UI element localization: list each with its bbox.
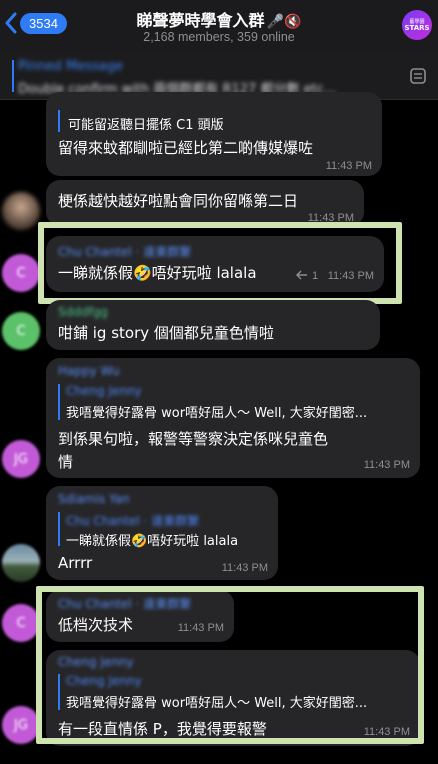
message-bubble[interactable]: 可能留返聽日擺係 C1 頭版 留得來蚊都瞓啦已經比第二啲傳媒爆咗 11:43 P…	[46, 92, 382, 176]
avatar-initial: C	[16, 323, 26, 339]
message-text: 梗係越快越好啦點會同你留喺第二日	[58, 192, 299, 210]
chat-header: 3534 睇聲夢時學會入群 🎤🔇 2,168 members, 359 onlin…	[0, 0, 438, 52]
chat-title[interactable]: 睇聲夢時學會入群 🎤🔇	[0, 7, 438, 31]
user-avatar[interactable]: C	[2, 312, 40, 350]
avatar-initial: C	[16, 615, 26, 631]
quote-text: 可能留返聽日擺係 C1 頭版	[68, 118, 224, 133]
user-avatar-photo[interactable]	[2, 192, 40, 230]
pinned-bar	[12, 60, 14, 92]
quote-name: Chu Chantel · 遠東群聚	[66, 514, 200, 528]
user-avatar[interactable]: JG	[2, 440, 40, 478]
message-bubble[interactable]: Sdddfgg 咁鋪 ig story 個個都兒童色情啦	[46, 300, 380, 350]
mic-mute-icon: 🎤🔇	[266, 14, 302, 30]
quote-name: Cheng Jenny	[66, 384, 142, 398]
user-avatar-photo[interactable]	[2, 544, 40, 582]
user-avatar[interactable]: C	[2, 604, 40, 642]
highlight-box	[36, 586, 424, 744]
message-text: 留得來蚊都瞓啦已經比第二啲傳媒爆咗	[58, 139, 314, 157]
avatar-initial: JG	[14, 451, 28, 467]
user-avatar[interactable]: C	[2, 254, 40, 292]
message-text: 到係果句啦，報警等警察決定係咪兒童色	[58, 430, 329, 448]
group-avatar-brand: STARS	[404, 24, 430, 32]
avatar-initial: C	[16, 265, 26, 281]
message-text: 咁鋪 ig story 個個都兒童色情啦	[58, 324, 274, 342]
chat-title-text: 睇聲夢時學會入群	[136, 11, 265, 30]
sender-name: Happy Wu	[58, 364, 120, 378]
quote-text: 我唔覺得好露骨 wor唔好屈人～ Well, 大家好閨密...	[66, 406, 368, 421]
quote-bar	[58, 512, 60, 546]
quote-bar	[58, 110, 60, 132]
highlight-box	[38, 222, 402, 304]
message-bubble[interactable]: 梗係越快越好啦點會同你留喺第二日 11:43 PM	[46, 180, 364, 226]
quote-bar	[58, 384, 60, 420]
message-time: 11:43 PM	[363, 459, 410, 471]
message-time: 11:43 PM	[221, 562, 268, 574]
avatar-initial: JG	[14, 717, 28, 733]
sender-name: Sdiamis Yan	[58, 492, 130, 506]
message-bubble[interactable]: Sdiamis Yan Chu Chantel · 遠東群聚 一睇就係假🤣唔好玩…	[46, 486, 278, 580]
pinned-title: Pinned Message	[18, 59, 124, 74]
message-bubble[interactable]: Happy Wu Cheng Jenny 我唔覺得好露骨 wor唔好屈人～ We…	[46, 358, 420, 478]
message-text: 情	[58, 453, 74, 471]
member-count: 2,168 members, 359 online	[143, 30, 295, 44]
user-avatar[interactable]: JG	[2, 706, 40, 744]
quote-text: 一睇就係假🤣唔好玩啦 lalala	[66, 534, 239, 549]
group-avatar[interactable]: 藝學園 STARS	[402, 10, 432, 40]
sender-name: Sdddfgg	[58, 305, 108, 319]
message-time: 11:43 PM	[325, 160, 372, 172]
message-text: Arrrr	[58, 554, 93, 572]
pin-list-icon[interactable]	[408, 66, 428, 86]
